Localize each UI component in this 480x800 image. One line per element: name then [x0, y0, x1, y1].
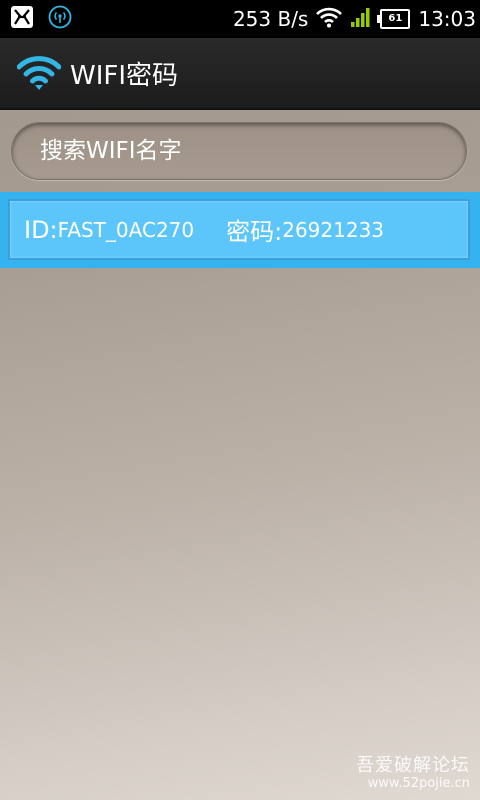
status-notifications — [10, 5, 72, 33]
wifi-icon[interactable] — [16, 53, 62, 93]
status-indicators: 253 B/s 61 13:03 — [233, 0, 476, 38]
broadcast-icon — [48, 5, 72, 33]
id-label: ID: — [24, 215, 58, 244]
notification-app-icon — [10, 5, 34, 33]
password-value: 26921233 — [282, 217, 385, 242]
wifi-entry[interactable]: ID: FAST_0AC270 密码: 26921233 — [8, 199, 470, 260]
wifi-icon — [316, 6, 343, 33]
watermark-title: 吾爱破解论坛 — [356, 754, 470, 776]
net-speed: 253 B/s — [232, 7, 309, 31]
clock: 13:03 — [418, 7, 476, 31]
page-title: WIFI密码 — [70, 60, 178, 91]
wifi-id-value: FAST_0AC270 — [57, 217, 195, 242]
search-input[interactable] — [40, 123, 440, 179]
battery-icon: 61 — [377, 9, 411, 29]
watermark: 吾爱破解论坛 www.52pojie.cn — [356, 755, 470, 792]
search-field[interactable] — [11, 122, 467, 180]
action-bar: WIFI密码 — [0, 38, 480, 110]
status-bar: 253 B/s 61 13:03 — [0, 0, 480, 38]
watermark-url: www.52pojie.cn — [367, 776, 470, 792]
password-label: 密码: — [226, 218, 283, 246]
list-item[interactable]: ID: FAST_0AC270 密码: 26921233 — [0, 192, 480, 268]
signal-icon — [350, 6, 372, 33]
